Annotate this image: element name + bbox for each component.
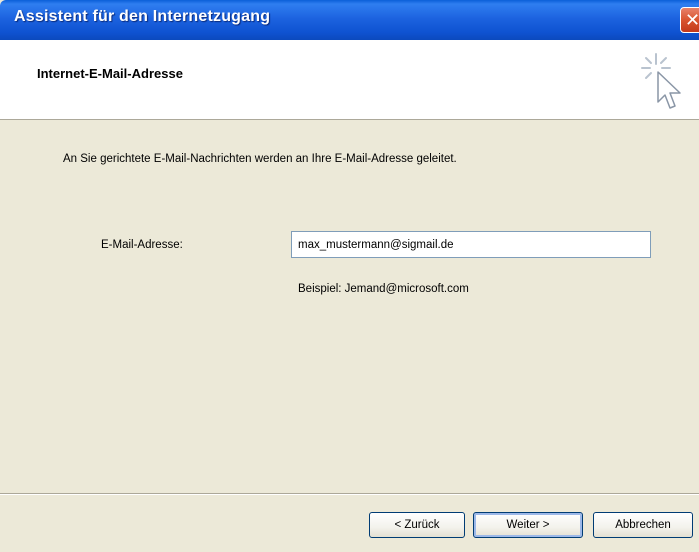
description-text: An Sie gerichtete E-Mail-Nachrichten wer…	[63, 153, 457, 165]
cancel-button[interactable]: Abbrechen	[593, 512, 693, 538]
footer-divider	[0, 493, 699, 495]
wizard-window: Assistent für den Internetzugang ✕ Inter…	[0, 0, 699, 552]
example-hint: Beispiel: Jemand@microsoft.com	[298, 283, 469, 295]
wizard-cursor-icon	[641, 53, 681, 109]
email-label: E-Mail-Adresse:	[101, 239, 183, 251]
close-icon: ✕	[685, 10, 699, 30]
back-button[interactable]: < Zurück	[369, 512, 465, 538]
email-field[interactable]	[291, 231, 651, 258]
page-title: Internet-E-Mail-Adresse	[37, 66, 183, 81]
title-bar[interactable]: Assistent für den Internetzugang ✕	[0, 0, 699, 40]
wizard-header: Internet-E-Mail-Adresse	[0, 40, 699, 120]
window-title: Assistent für den Internetzugang	[14, 8, 271, 25]
next-button[interactable]: Weiter >	[473, 512, 583, 538]
close-button[interactable]: ✕	[680, 7, 699, 33]
